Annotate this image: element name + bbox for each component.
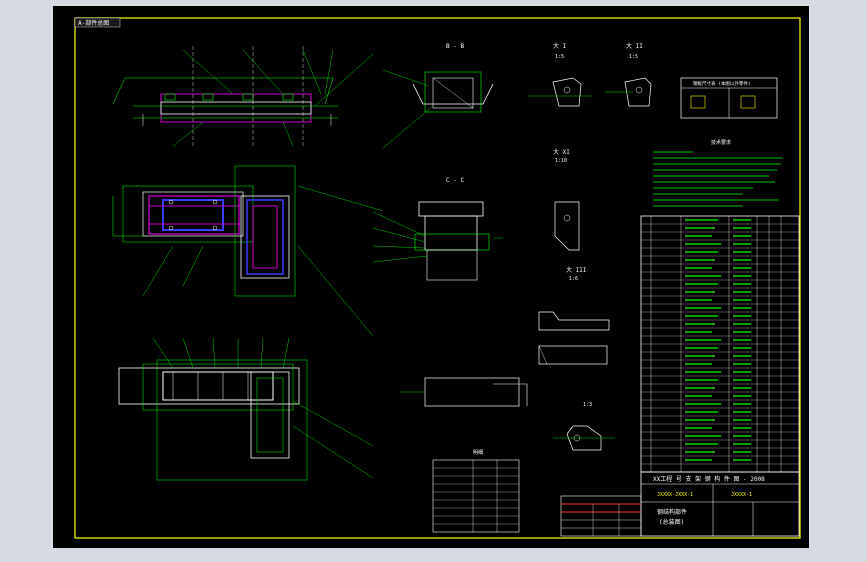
detail-clamp: 1:3 xyxy=(553,402,615,451)
section-b-b-label: B - B xyxy=(446,43,464,50)
small-table-title: 明细 xyxy=(473,449,483,456)
legend-box-title: 钢板尺寸表 (本图以外零件) xyxy=(693,80,751,87)
title-block-name-1: 钢结构部件 xyxy=(657,508,687,516)
bottom-plan-view xyxy=(118,337,374,481)
technical-notes-title: 技术要求 xyxy=(711,139,731,146)
detail-rail xyxy=(399,377,528,407)
section-c-c: C - C xyxy=(372,177,503,281)
detail-xi-label: 大 XI xyxy=(553,148,570,156)
elevation-view xyxy=(112,46,374,147)
technical-notes: 技术要求 xyxy=(653,139,783,207)
detail-xi-scale: 1:10 xyxy=(555,158,567,164)
section-b-b: B - B xyxy=(382,43,494,149)
title-block-drawing-no: JXXXX-JXXX-1 xyxy=(657,492,693,498)
drawing-tab-label: A-部件总图 xyxy=(78,19,109,27)
detail-i-label: 大 I xyxy=(553,42,567,50)
detail-ii-label: 大 II xyxy=(626,42,643,50)
cad-drawing-canvas[interactable]: A-部件总图 B - B C - C 大 I 1:5 大 II 1:5 大 XI… xyxy=(53,6,809,548)
detail-ii-scale: 1:5 xyxy=(629,54,638,60)
parts-list xyxy=(640,215,800,473)
detail-iii: 大 III 1:6 xyxy=(538,266,610,365)
detail-clamp-scale: 1:3 xyxy=(583,402,592,408)
title-block-sheet: JXXXX-1 xyxy=(731,492,752,498)
title-block-name-2: (总装图) xyxy=(659,518,684,526)
detail-iii-scale: 1:6 xyxy=(569,276,578,282)
plan-view xyxy=(112,165,384,337)
detail-i-scale: 1:5 xyxy=(555,54,564,60)
section-c-c-label: C - C xyxy=(446,177,464,184)
small-table: 明细 xyxy=(432,449,520,533)
legend-box: 钢板尺寸表 (本图以外零件) xyxy=(680,77,778,119)
detail-iii-label: 大 III xyxy=(566,266,587,274)
detail-i: 大 I 1:5 xyxy=(527,42,593,107)
drawing-viewport[interactable]: A-部件总图 B - B C - C 大 I 1:5 大 II 1:5 大 XI… xyxy=(53,6,809,548)
detail-xi: 大 XI 1:10 xyxy=(553,148,580,251)
detail-ii: 大 II 1:5 xyxy=(605,42,652,107)
title-block-project: XX工程 号 支 架 钢 构 件 图 - 2008 xyxy=(653,475,765,483)
title-block: XX工程 号 支 架 钢 构 件 图 - 2008 JXXXX-JXXX-1 J… xyxy=(640,471,800,537)
revision-table xyxy=(560,495,642,537)
